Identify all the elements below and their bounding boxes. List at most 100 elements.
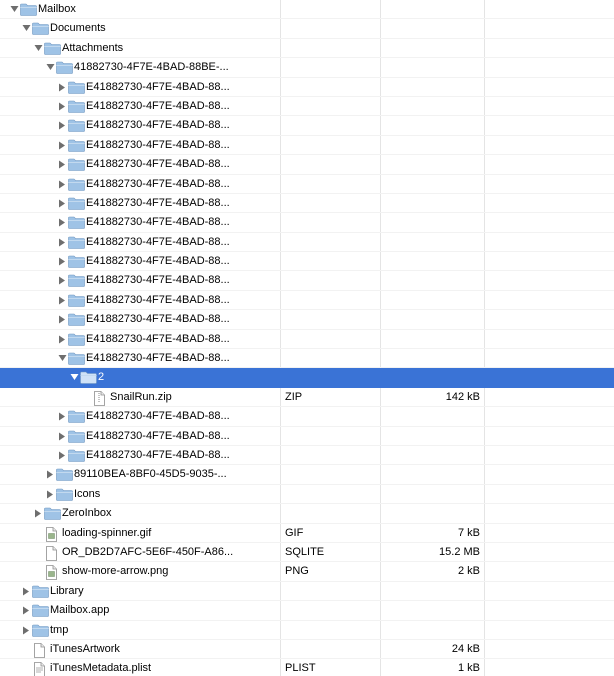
item-name: E41882730-4F7E-4BAD-88... — [86, 429, 230, 442]
disclosure-triangle-collapsed-icon[interactable] — [58, 78, 68, 96]
outline-row[interactable]: Library — [0, 582, 614, 602]
item-name: E41882730-4F7E-4BAD-88... — [86, 293, 230, 306]
disclosure-triangle-collapsed-icon[interactable] — [58, 116, 68, 134]
disclosure-triangle-collapsed-icon[interactable] — [22, 621, 32, 639]
outline-row[interactable]: loading-spinner.gif GIF 7 kB — [0, 524, 614, 543]
item-name: E41882730-4F7E-4BAD-88... — [86, 138, 230, 151]
disclosure-triangle-collapsed-icon[interactable] — [58, 427, 68, 445]
disclosure-triangle-collapsed-icon[interactable] — [58, 446, 68, 464]
file-outline-view[interactable]: Mailbox Documents Attachments 41882730-4F7E… — [0, 0, 614, 676]
kind-cell — [285, 78, 375, 96]
outline-row[interactable]: tmp — [0, 621, 614, 640]
disclosure-triangle-expanded-icon[interactable] — [34, 39, 44, 57]
outline-row[interactable]: iTunesArtwork 24 kB — [0, 640, 614, 660]
size-cell — [380, 582, 480, 600]
outline-row[interactable]: E41882730-4F7E-4BAD-88... — [0, 349, 614, 369]
size-cell — [380, 155, 480, 173]
disclosure-triangle-expanded-icon[interactable] — [46, 58, 56, 76]
disclosure-triangle-collapsed-icon[interactable] — [58, 271, 68, 289]
folder-icon — [56, 58, 73, 76]
outline-row[interactable]: Mailbox.app — [0, 601, 614, 621]
outline-row[interactable]: ZeroInbox — [0, 504, 614, 524]
kind-cell — [285, 175, 375, 193]
disclosure-triangle-collapsed-icon[interactable] — [58, 233, 68, 251]
outline-row[interactable]: E41882730-4F7E-4BAD-88... — [0, 330, 614, 350]
disclosure-triangle-collapsed-icon[interactable] — [58, 407, 68, 425]
outline-row[interactable]: 41882730-4F7E-4BAD-88BE-... — [0, 58, 614, 78]
outline-row[interactable]: 89110BEA-8BF0-45D5-9035-... — [0, 465, 614, 485]
size-cell — [380, 621, 480, 639]
disclosure-triangle-collapsed-icon[interactable] — [58, 97, 68, 115]
name-cell: E41882730-4F7E-4BAD-88... — [0, 252, 276, 270]
disclosure-triangle-collapsed-icon[interactable] — [34, 504, 44, 522]
disclosure-triangle-collapsed-icon[interactable] — [58, 291, 68, 309]
disclosure-triangle-expanded-icon[interactable] — [58, 349, 68, 367]
disclosure-triangle-collapsed-icon[interactable] — [58, 155, 68, 173]
folder-icon — [68, 349, 85, 367]
disclosure-triangle-collapsed-icon[interactable] — [58, 252, 68, 270]
kind-cell — [285, 465, 375, 483]
outline-row[interactable]: OR_DB2D7AFC-5E6F-450F-A86... SQLITE 15.2 M… — [0, 543, 614, 563]
outline-row[interactable]: show-more-arrow.png PNG 2 kB — [0, 562, 614, 582]
disclosure-triangle-expanded-icon[interactable] — [10, 0, 20, 18]
folder-icon — [32, 621, 49, 639]
name-cell: 2 — [0, 368, 276, 386]
item-name: E41882730-4F7E-4BAD-88... — [86, 274, 230, 287]
outline-row[interactable]: Documents — [0, 19, 614, 39]
outline-row[interactable]: E41882730-4F7E-4BAD-88... — [0, 407, 614, 427]
outline-row[interactable]: E41882730-4F7E-4BAD-88... — [0, 136, 614, 156]
outline-row[interactable]: Attachments — [0, 39, 614, 59]
size-cell — [380, 175, 480, 193]
outline-row[interactable]: E41882730-4F7E-4BAD-88... — [0, 194, 614, 214]
outline-row[interactable]: E41882730-4F7E-4BAD-88... — [0, 446, 614, 466]
disclosure-triangle-collapsed-icon[interactable] — [58, 310, 68, 328]
name-cell: E41882730-4F7E-4BAD-88... — [0, 155, 276, 173]
disclosure-triangle-collapsed-icon[interactable] — [46, 485, 56, 503]
name-cell: E41882730-4F7E-4BAD-88... — [0, 233, 276, 251]
disclosure-triangle-collapsed-icon[interactable] — [58, 194, 68, 212]
disclosure-triangle-collapsed-icon[interactable] — [58, 175, 68, 193]
item-name: E41882730-4F7E-4BAD-88... — [86, 410, 230, 423]
kind-cell — [285, 39, 375, 57]
name-cell: Mailbox — [0, 0, 276, 18]
item-name: Mailbox — [38, 3, 76, 15]
outline-row[interactable]: E41882730-4F7E-4BAD-88... — [0, 175, 614, 194]
outline-row[interactable]: E41882730-4F7E-4BAD-88... — [0, 252, 614, 272]
disclosure-triangle-collapsed-icon[interactable] — [58, 136, 68, 154]
folder-icon — [32, 582, 49, 600]
item-name: E41882730-4F7E-4BAD-88... — [86, 332, 230, 345]
outline-row[interactable]: E41882730-4F7E-4BAD-88... — [0, 233, 614, 253]
kind-cell — [285, 194, 375, 212]
disclosure-triangle-expanded-icon[interactable] — [22, 19, 32, 37]
outline-row[interactable]: E41882730-4F7E-4BAD-88... — [0, 213, 614, 233]
disclosure-triangle-collapsed-icon[interactable] — [46, 465, 56, 483]
disclosure-triangle-collapsed-icon[interactable] — [58, 213, 68, 231]
outline-row[interactable]: E41882730-4F7E-4BAD-88... — [0, 271, 614, 291]
outline-row[interactable]: SnailRun.zip ZIP 142 kB — [0, 388, 614, 408]
size-cell — [380, 78, 480, 96]
disclosure-triangle-expanded-icon[interactable] — [70, 368, 80, 386]
size-cell: 1 kB — [457, 662, 480, 675]
outline-row[interactable]: E41882730-4F7E-4BAD-88... — [0, 78, 614, 97]
kind-cell — [285, 601, 375, 619]
outline-row[interactable]: E41882730-4F7E-4BAD-88... — [0, 291, 614, 311]
outline-row[interactable]: Mailbox — [0, 0, 614, 20]
outline-row[interactable]: 2 — [0, 368, 614, 388]
outline-row[interactable]: iTunesMetadata.plist PLIST 1 kB — [0, 659, 614, 676]
kind-cell — [285, 136, 375, 154]
outline-row[interactable]: E41882730-4F7E-4BAD-88... — [0, 310, 614, 330]
size-cell — [380, 252, 480, 270]
outline-row[interactable]: E41882730-4F7E-4BAD-88... — [0, 97, 614, 117]
outline-row[interactable]: E41882730-4F7E-4BAD-88... — [0, 155, 614, 175]
disclosure-triangle-collapsed-icon[interactable] — [22, 582, 32, 600]
outline-row[interactable]: Icons — [0, 485, 614, 505]
outline-row[interactable]: E41882730-4F7E-4BAD-88... — [0, 116, 614, 136]
outline-row[interactable]: E41882730-4F7E-4BAD-88... — [0, 427, 614, 446]
disclosure-triangle-collapsed-icon[interactable] — [22, 601, 32, 619]
folder-icon — [44, 504, 61, 522]
name-cell: E41882730-4F7E-4BAD-88... — [0, 330, 276, 348]
disclosure-triangle-collapsed-icon[interactable] — [58, 330, 68, 348]
size-cell: 24 kB — [451, 642, 480, 655]
